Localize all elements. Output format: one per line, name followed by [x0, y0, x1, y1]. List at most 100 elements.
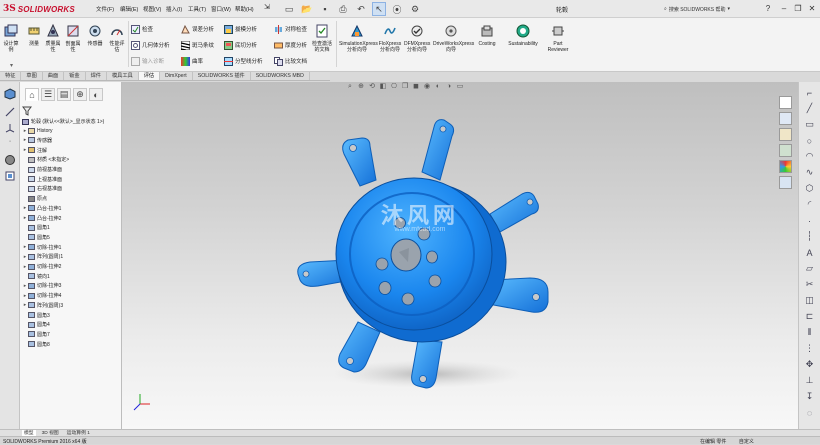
symmetry-check-button[interactable]: 对称检查: [274, 24, 307, 34]
search-input[interactable]: 搜索 SOLIDWORKS 帮助: [669, 6, 726, 13]
cube-view-icon[interactable]: [4, 88, 16, 100]
deviation-analysis-button[interactable]: 误差分析: [181, 24, 214, 34]
offset-entities-icon[interactable]: ⊏: [803, 310, 816, 323]
performance-evaluation-button[interactable]: 性能评估: [108, 24, 126, 53]
tree-item[interactable]: 圆角7: [22, 331, 50, 339]
tree-item[interactable]: ▸ 切除-拉伸2: [22, 263, 61, 271]
point-icon[interactable]: ·: [803, 214, 816, 227]
new-document-icon[interactable]: ▭: [282, 2, 296, 16]
ribbon-expand-chevron-icon[interactable]: ▾: [10, 62, 13, 69]
tree-item[interactable]: ▸ 传感器: [22, 137, 52, 145]
costing-button[interactable]: Costing: [474, 24, 500, 47]
custom-properties-icon[interactable]: [779, 176, 792, 189]
tree-item[interactable]: 上视基准面: [22, 176, 62, 184]
tab-evaluate[interactable]: 评估: [138, 72, 161, 80]
dot-icon[interactable]: ·: [4, 138, 16, 150]
configuration-manager-tab-icon[interactable]: ▤: [57, 88, 71, 101]
open-folder-icon[interactable]: 📂: [300, 2, 314, 16]
tree-item[interactable]: 圆角1: [22, 224, 50, 232]
corner-rectangle-icon[interactable]: ⌐: [803, 86, 816, 99]
thickness-analysis-button[interactable]: 厚度分析: [274, 40, 307, 50]
tree-item[interactable]: ▸ 切除-拉伸4: [22, 292, 61, 300]
tab-features[interactable]: 特征: [0, 72, 22, 80]
menu-help[interactable]: 帮助(H): [235, 5, 254, 13]
spline-icon[interactable]: ∿: [803, 166, 816, 179]
tree-item[interactable]: 镜向1: [22, 273, 50, 281]
tree-item[interactable]: ▸ 凸台-拉伸1: [22, 205, 61, 213]
move-entities-icon[interactable]: ✥: [803, 358, 816, 371]
hub-part-model[interactable]: [122, 82, 798, 430]
check-active-document-button[interactable]: 检查激活的文档: [312, 24, 332, 53]
centerline-icon[interactable]: ┆: [803, 230, 816, 243]
geometry-analysis-button[interactable]: 几何体分析: [131, 40, 170, 50]
mass-properties-button[interactable]: 质量属性: [44, 23, 62, 53]
tree-item[interactable]: ▸ 切除-拉伸1: [22, 243, 61, 251]
import-diagnostics-button[interactable]: 输入诊断: [131, 56, 164, 66]
print-icon[interactable]: ⎙: [336, 2, 350, 16]
compare-documents-button[interactable]: 比较文档: [274, 56, 307, 66]
convert-entities-icon[interactable]: ◫: [803, 294, 816, 307]
close-button[interactable]: ✕: [806, 3, 818, 15]
linear-pattern-icon[interactable]: ⋮: [803, 342, 816, 355]
menu-view[interactable]: 视图(V): [143, 5, 161, 13]
tree-item[interactable]: 圆角8: [22, 340, 50, 348]
dimxpert-manager-tab-icon[interactable]: ⊕: [73, 88, 87, 101]
line-tool-icon[interactable]: [4, 106, 16, 118]
polygon-icon[interactable]: ⬡: [803, 182, 816, 195]
view-palette-icon[interactable]: [779, 144, 792, 157]
fillet-sketch-icon[interactable]: ◜: [803, 198, 816, 211]
select-pointer-icon[interactable]: ↖: [372, 2, 386, 16]
simulationxpress-button[interactable]: SimulationXpress分析向导: [339, 24, 378, 53]
minimize-button[interactable]: –: [778, 3, 790, 15]
tab-solidworks-addins[interactable]: SOLIDWORKS 插件: [193, 72, 251, 80]
menu-file[interactable]: 文件(F): [96, 5, 114, 13]
axis-icon[interactable]: [4, 122, 16, 134]
filter-icon[interactable]: [22, 106, 32, 116]
status-units[interactable]: 自定义: [739, 439, 754, 445]
check-button[interactable]: 检查: [131, 24, 153, 34]
part-reviewer-button[interactable]: Part Reviewer: [545, 24, 571, 53]
floxpress-button[interactable]: FloXpress分析向导: [378, 24, 402, 53]
tree-item[interactable]: 圆角3: [22, 311, 50, 319]
solidworks-logo[interactable]: 3S SOLIDWORKS: [3, 3, 75, 15]
zebra-stripes-button[interactable]: 斑马条纹: [181, 40, 214, 50]
tree-item[interactable]: 前视基准面: [22, 166, 62, 174]
appearances-scenes-icon[interactable]: [779, 160, 792, 173]
repair-sketch-icon[interactable]: ↧: [803, 390, 816, 403]
menu-tools[interactable]: 工具(T): [188, 5, 206, 13]
appearance-sphere-icon[interactable]: [4, 154, 16, 166]
search-chevron-icon[interactable]: ▾: [728, 6, 731, 12]
graphics-area[interactable]: ⌕ ⊕ ⟲ ◧ ⎔ ❒ ◼ ◉ ◐ ◑ ▭ 沐风网 www.mfcad.com: [122, 82, 798, 430]
tree-item[interactable]: ▸ 切除-拉伸3: [22, 282, 61, 290]
trim-icon[interactable]: ✂: [803, 278, 816, 291]
tree-item[interactable]: 圆角5: [22, 234, 50, 242]
save-icon[interactable]: ▪: [318, 2, 332, 16]
menu-edit[interactable]: 编辑(E): [120, 5, 138, 13]
pin-icon[interactable]: ⇲: [264, 3, 270, 11]
quick-snaps-icon[interactable]: ◌: [803, 406, 816, 419]
tree-root-part[interactable]: 轮毂 (默认<<默认>_显示状态 1>): [22, 118, 104, 126]
slot-icon[interactable]: ▭: [803, 118, 816, 131]
options-gear-icon[interactable]: ⚙: [408, 2, 422, 16]
mirror-entities-icon[interactable]: ⫴: [803, 326, 816, 339]
circle-icon[interactable]: ○: [803, 134, 816, 147]
parting-line-analysis-button[interactable]: 分型线分析: [224, 56, 263, 66]
curvature-button[interactable]: 曲率: [181, 56, 203, 66]
display-pane-icon[interactable]: [4, 170, 16, 182]
tree-item[interactable]: 材质 <未指定>: [22, 156, 69, 164]
tree-item[interactable]: ▸ 阵列(圆周)3: [22, 302, 63, 310]
tab-surfaces[interactable]: 曲面: [43, 72, 65, 80]
draft-analysis-button[interactable]: 拔模分析: [224, 24, 257, 34]
traffic-light-icon[interactable]: ⦿: [390, 2, 404, 16]
sustainability-button[interactable]: Sustainability: [505, 24, 541, 47]
text-icon[interactable]: A: [803, 246, 816, 259]
tab-sketch[interactable]: 草图: [21, 72, 43, 80]
property-manager-tab-icon[interactable]: ☰: [41, 88, 55, 101]
line-icon[interactable]: ╱: [803, 102, 816, 115]
section-properties-button[interactable]: 剖面属性: [64, 24, 82, 53]
tab-dimxpert[interactable]: DimXpert: [160, 72, 193, 80]
tab-sheet-metal[interactable]: 钣金: [64, 72, 86, 80]
menu-window[interactable]: 窗口(W): [211, 5, 231, 13]
menu-insert[interactable]: 插入(I): [166, 5, 182, 13]
tree-item[interactable]: 右视基准面: [22, 185, 62, 193]
